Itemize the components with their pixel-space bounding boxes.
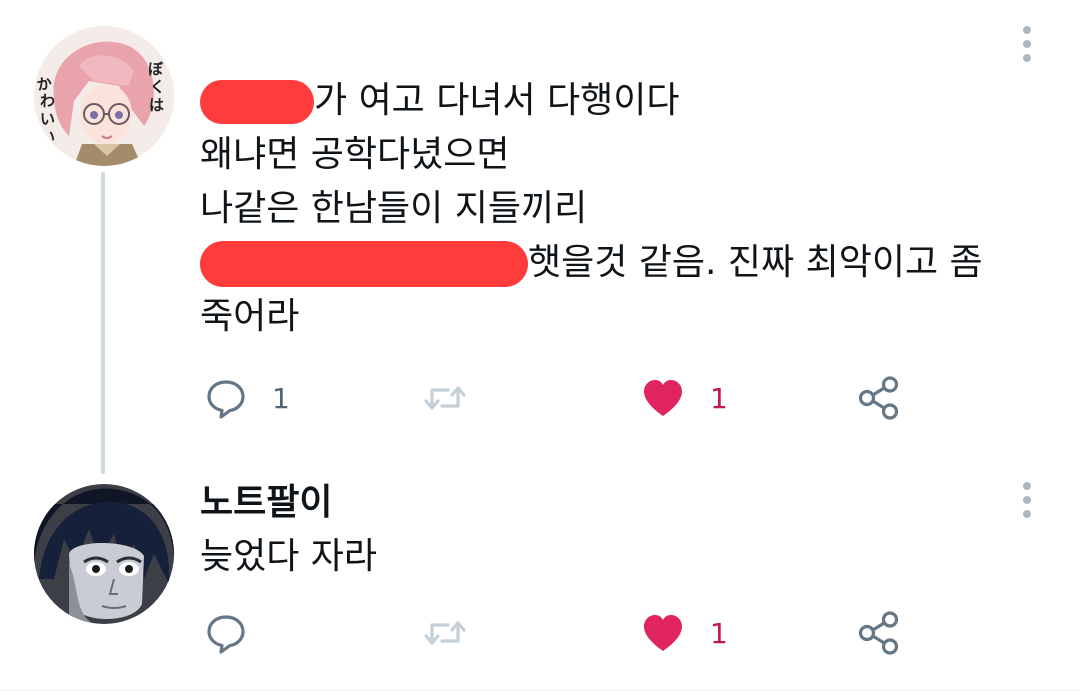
like-count: 1 bbox=[710, 381, 728, 415]
tweet-line: 왜냐면 공학다녔으면 bbox=[200, 128, 983, 182]
tweet-text-line: 가 여고 다녀서 다행이다 bbox=[314, 80, 680, 121]
svg-text:は: は bbox=[149, 96, 164, 114]
divider bbox=[0, 690, 1080, 691]
heart-icon bbox=[644, 380, 682, 416]
svg-text:?: ? bbox=[42, 144, 51, 162]
svg-text:い: い bbox=[40, 128, 55, 146]
tweet-line: 죽어라 bbox=[200, 290, 983, 344]
reply-icon bbox=[207, 615, 245, 654]
share-icon bbox=[858, 611, 899, 655]
tweet-body: 늦었다 자라 bbox=[200, 530, 377, 584]
anime-avatar-illustration bbox=[34, 484, 174, 624]
reply-button[interactable] bbox=[204, 603, 272, 663]
tweet-actions: 1 bbox=[200, 603, 920, 663]
reply-icon bbox=[207, 380, 245, 419]
tweet-line: 가 여고 다녀서 다행이다 bbox=[200, 74, 983, 128]
avatar-user-1[interactable]: か わ い い ? ぼ く は bbox=[34, 26, 174, 166]
more-vertical-icon bbox=[1023, 26, 1031, 62]
tweet-text-line: 왜냐면 공학다녔으면 bbox=[200, 134, 510, 175]
like-count: 1 bbox=[710, 616, 728, 650]
svg-text:い: い bbox=[40, 110, 55, 128]
svg-text:わ: わ bbox=[40, 92, 55, 110]
tweet-text-line: 죽어라 bbox=[200, 296, 300, 337]
tweet-line: 늦었다 자라 bbox=[200, 530, 377, 584]
anime-avatar-illustration: か わ い い ? ぼ く は bbox=[34, 26, 174, 166]
reply-count: 1 bbox=[272, 381, 290, 415]
tweet-text-line: 나같은 한남들이 지들끼리 bbox=[200, 188, 588, 229]
tweet-text-line: 늦었다 자라 bbox=[200, 536, 378, 577]
more-options-button[interactable] bbox=[1012, 22, 1042, 66]
like-button[interactable]: 1 bbox=[640, 368, 728, 428]
retweet-icon bbox=[424, 621, 466, 645]
more-vertical-icon bbox=[1023, 482, 1031, 518]
svg-text:ぼ: ぼ bbox=[148, 60, 164, 78]
avatar-user-2[interactable] bbox=[34, 484, 174, 624]
tweet-actions: 1 1 bbox=[200, 368, 920, 428]
retweet-button[interactable] bbox=[422, 603, 492, 663]
redaction-mark bbox=[200, 80, 314, 124]
reply-button[interactable]: 1 bbox=[204, 368, 290, 428]
like-button[interactable]: 1 bbox=[640, 603, 728, 663]
share-button[interactable] bbox=[856, 368, 902, 428]
heart-icon bbox=[644, 615, 682, 651]
tweet-body: 가 여고 다녀서 다행이다 왜냐면 공학다녔으면 나같은 한남들이 지들끼리 햇… bbox=[200, 74, 983, 344]
share-button[interactable] bbox=[856, 603, 902, 663]
share-icon bbox=[858, 376, 899, 420]
tweet-text-line: 햇을것 같음. 진짜 최악이고 좀 bbox=[528, 242, 983, 283]
thread-connector-line bbox=[101, 172, 105, 474]
more-options-button[interactable] bbox=[1012, 478, 1042, 522]
tweet-line: 햇을것 같음. 진짜 최악이고 좀 bbox=[200, 236, 983, 290]
retweet-button[interactable] bbox=[422, 368, 492, 428]
tweet-line: 나같은 한남들이 지들끼리 bbox=[200, 182, 983, 236]
author-display-name[interactable]: 노트팔이 bbox=[200, 478, 332, 528]
redaction-mark bbox=[200, 241, 528, 287]
svg-text:く: く bbox=[150, 78, 165, 96]
retweet-icon bbox=[424, 386, 466, 410]
